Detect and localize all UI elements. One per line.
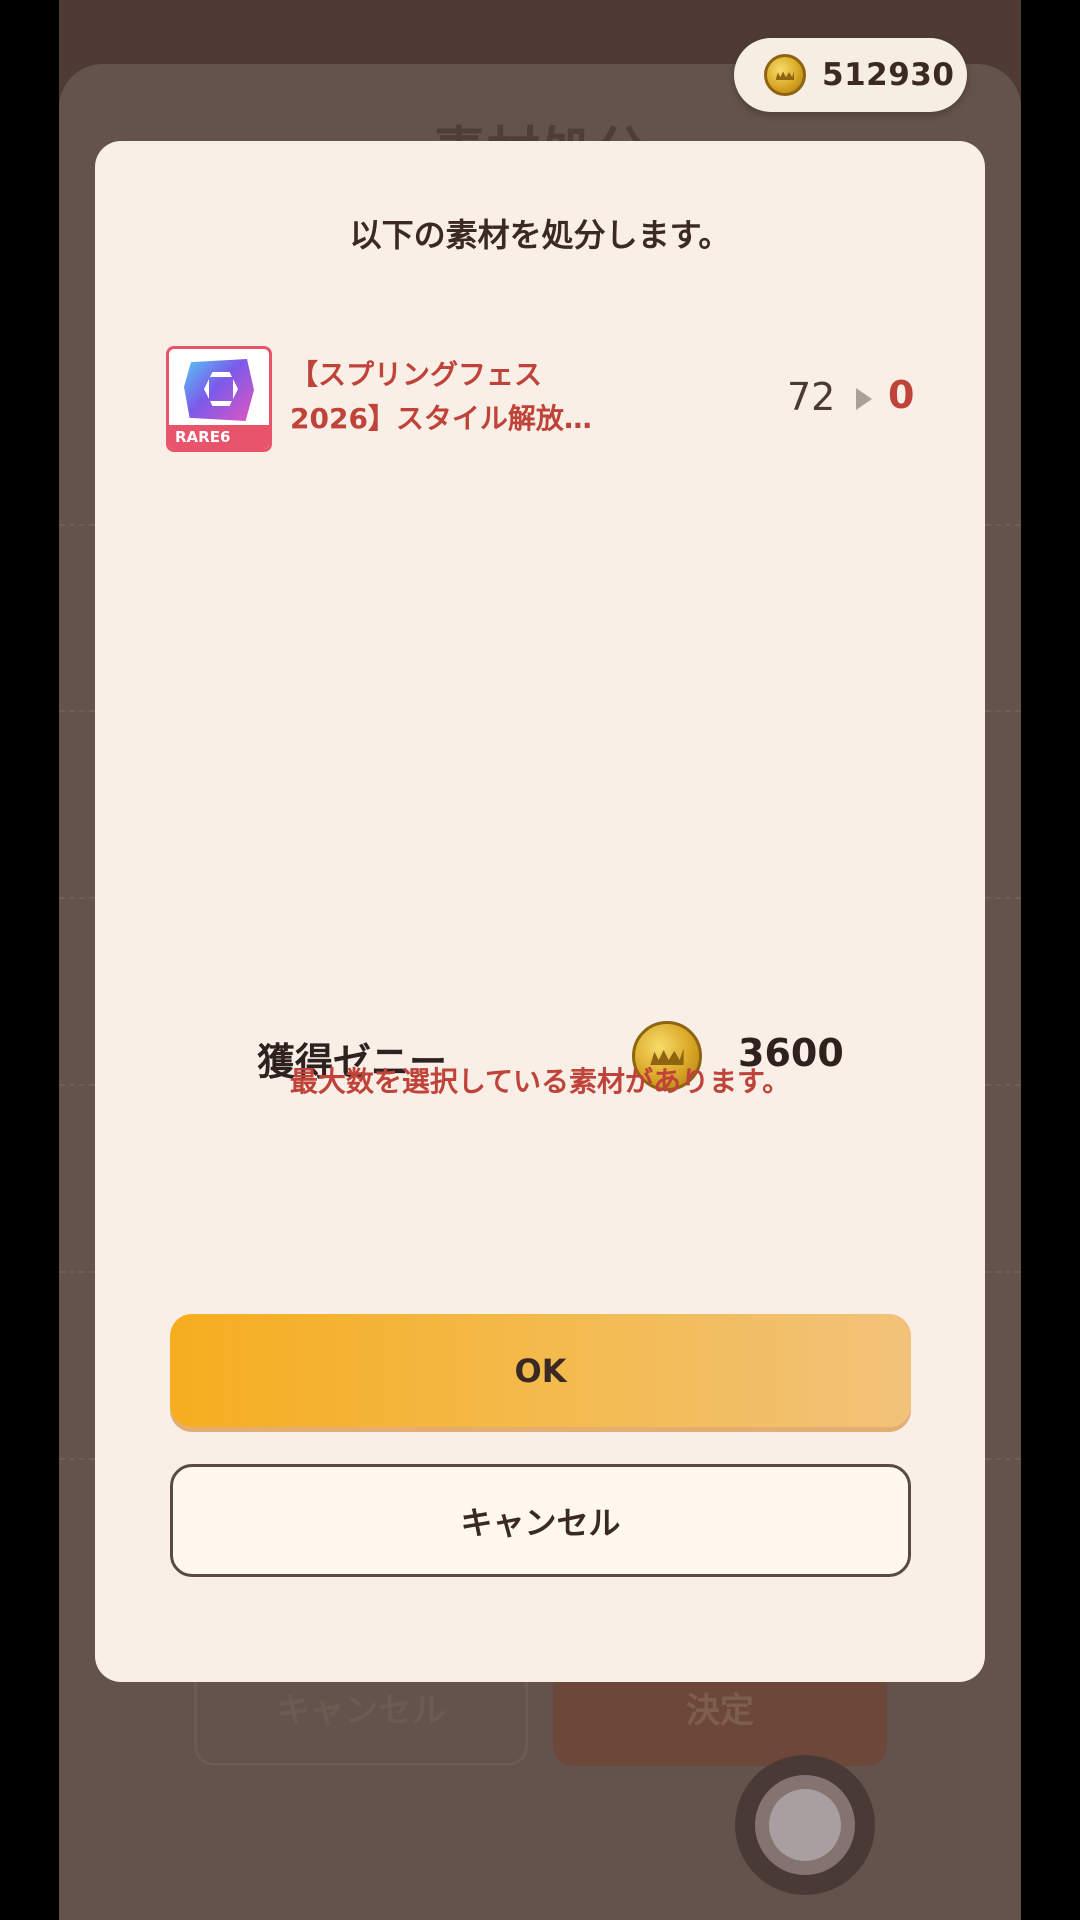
count-after: 0	[888, 373, 915, 417]
material-item-name: 【スプリングフェス2026】スタイル解放…	[290, 358, 592, 435]
arrow-right-icon	[856, 388, 872, 410]
home-button-core	[769, 1789, 841, 1861]
dispose-dialog: 以下の素材を処分します。 RARE6 【スプリングフェス2026】スタイル解放……	[95, 141, 985, 1682]
zeny-balance: 512930	[734, 38, 967, 112]
cancel-button[interactable]: キャンセル	[170, 1464, 911, 1577]
zeny-coin-icon	[764, 54, 806, 96]
material-item-icon: RARE6	[166, 346, 272, 452]
ok-button[interactable]: OK	[170, 1314, 911, 1427]
dialog-title: 以下の素材を処分します。	[349, 216, 731, 254]
home-button-ring	[755, 1775, 855, 1875]
max-selection-warning: 最大数を選択している素材があります。	[289, 1065, 791, 1098]
floating-home-button[interactable]	[735, 1755, 875, 1895]
rarity-badge: RARE6	[169, 425, 269, 449]
zeny-balance-value: 512930	[822, 57, 955, 93]
count-before: 72	[787, 375, 836, 419]
